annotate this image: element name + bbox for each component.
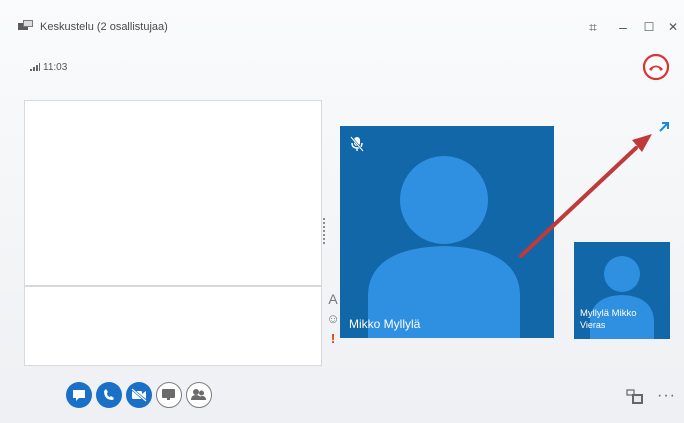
layout-icon[interactable] <box>626 389 644 405</box>
conversation-history <box>24 100 322 286</box>
participants-icon <box>191 389 206 400</box>
title-bar: Keskustelu (2 osallistujaa) ⌗ – ☐ ✕ <box>0 0 684 36</box>
pane-resize-handle[interactable] <box>323 218 328 244</box>
muted-mic-icon <box>350 136 364 152</box>
message-input[interactable]: A ☺ ! <box>24 286 340 366</box>
self-video-preview: Myllylä Mikko Vieras <box>574 242 670 339</box>
minimize-button[interactable]: – <box>612 18 634 36</box>
end-call-button[interactable] <box>642 53 670 81</box>
chat-icon <box>73 390 85 401</box>
font-button[interactable]: A <box>325 291 341 307</box>
emoticon-button[interactable]: ☺ <box>325 311 341 326</box>
maximize-button[interactable]: ☐ <box>638 18 660 36</box>
call-button[interactable] <box>96 382 122 408</box>
video-button[interactable] <box>126 382 152 408</box>
call-duration: 11:03 <box>43 62 68 73</box>
participant-video-main: Mikko Myllylä <box>340 126 554 338</box>
participant-name: Mikko Myllylä <box>349 317 421 331</box>
compact-view-button[interactable]: ⌗ <box>582 18 604 36</box>
call-status: 11:03 <box>30 62 67 73</box>
present-icon <box>162 389 175 400</box>
avatar-silhouette-icon <box>368 156 520 338</box>
video-off-icon <box>131 388 147 402</box>
signal-strength-icon <box>30 63 40 71</box>
self-role: Vieras <box>580 320 606 330</box>
more-options-button[interactable]: ··· <box>657 388 676 404</box>
participants-button[interactable] <box>186 382 212 408</box>
im-button[interactable] <box>66 382 92 408</box>
conversation-icon <box>18 20 33 30</box>
priority-button[interactable]: ! <box>325 331 341 346</box>
self-name: Myllylä Mikko <box>580 308 637 319</box>
close-button[interactable]: ✕ <box>662 18 684 36</box>
pop-out-video-icon[interactable] <box>657 120 671 134</box>
conversation-window: Keskustelu (2 osallistujaa) ⌗ – ☐ ✕ 11:0… <box>0 0 684 423</box>
window-title: Keskustelu (2 osallistujaa) <box>40 21 168 33</box>
phone-icon <box>104 389 114 400</box>
present-button[interactable] <box>156 382 182 408</box>
